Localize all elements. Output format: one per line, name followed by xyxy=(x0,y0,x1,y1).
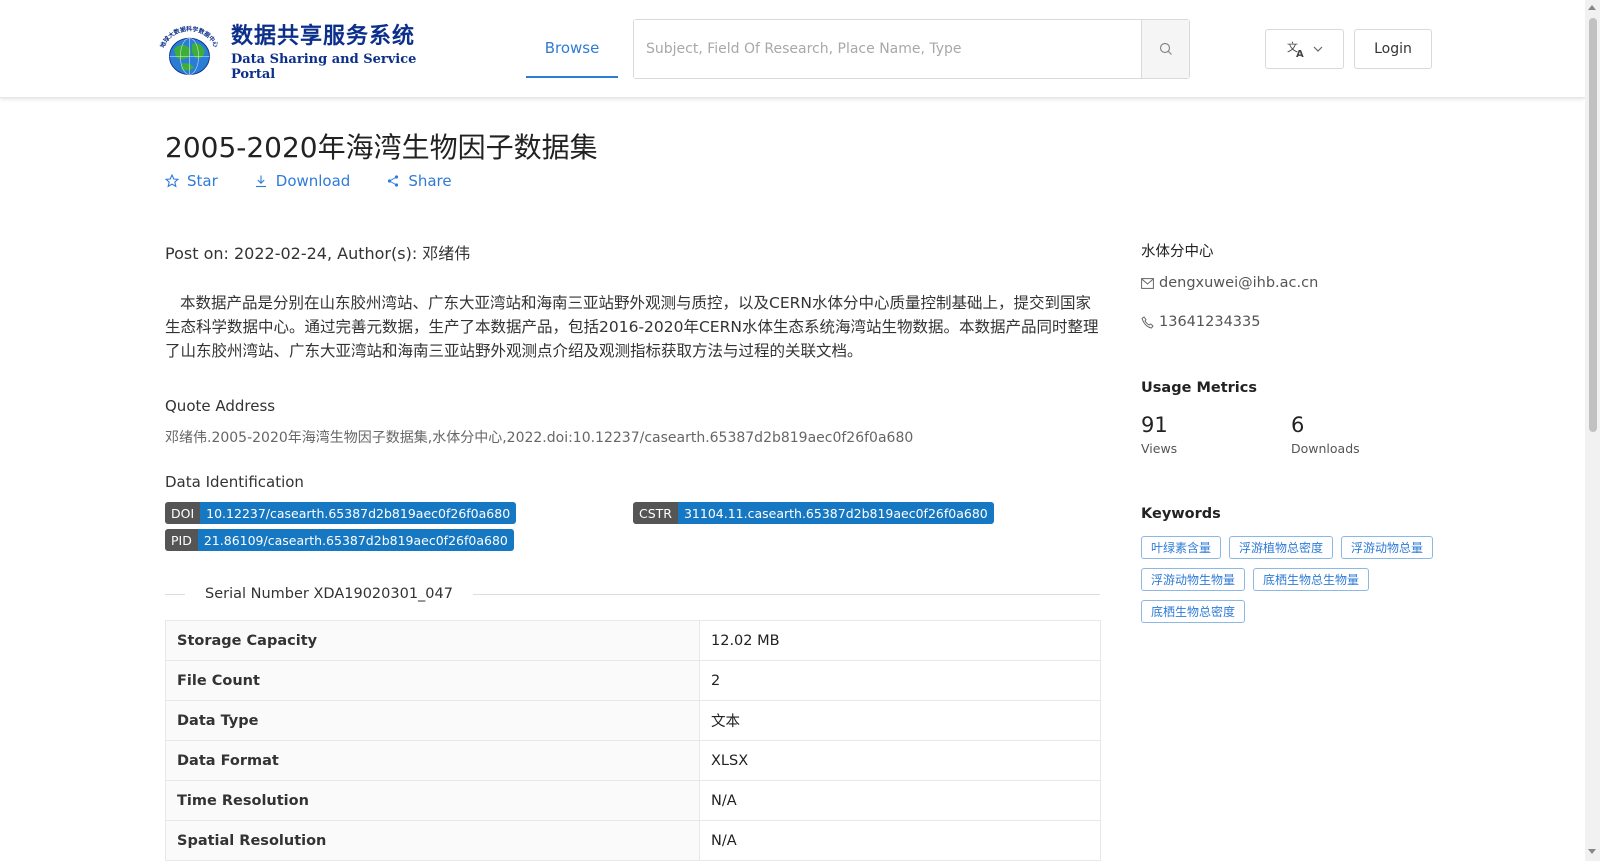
table-row: Time Resolution N/A xyxy=(165,780,1101,821)
table-value: 2 xyxy=(699,660,1101,701)
share-label: Share xyxy=(408,172,452,190)
contact-phone[interactable]: 13641234335 xyxy=(1141,314,1260,330)
table-row: Data Type 文本 xyxy=(165,700,1101,741)
search-button[interactable] xyxy=(1141,20,1189,78)
phone-icon xyxy=(1141,315,1154,329)
keyword-tag[interactable]: 叶绿素含量 xyxy=(1141,536,1222,559)
pid-badge-value: 21.86109/casearth.65387d2b819aec0f26f0a6… xyxy=(197,529,514,551)
svg-text:A: A xyxy=(1296,49,1304,58)
search-bar xyxy=(633,19,1190,79)
organization-name: 水体分中心 xyxy=(1141,244,1214,260)
table-key: File Count xyxy=(165,660,700,701)
table-key: Storage Capacity xyxy=(165,620,700,661)
nav-browse-tab[interactable]: Browse xyxy=(526,20,618,78)
views-label: Views xyxy=(1141,441,1178,456)
search-input[interactable] xyxy=(634,20,1141,78)
table-key: Data Type xyxy=(165,700,700,741)
pid-badge-key: PID xyxy=(165,529,198,551)
page-scrollbar[interactable] xyxy=(1585,0,1600,861)
post-meta: Post on: 2022-02-24, Author(s): 邓绪伟 xyxy=(165,244,471,263)
top-header: 地球大数据科学数据中心 数据共享服务系统 Data Sharing and Se… xyxy=(0,0,1585,98)
chevron-down-icon xyxy=(1313,46,1322,52)
scroll-up-arrow-icon[interactable] xyxy=(1588,5,1596,10)
keywords-heading: Keywords xyxy=(1141,506,1221,522)
site-logo[interactable]: 地球大数据科学数据中心 数据共享服务系统 Data Sharing and Se… xyxy=(154,20,444,82)
quote-address-label: Quote Address xyxy=(165,397,276,415)
table-value: XLSX xyxy=(699,740,1101,781)
scroll-down-arrow-icon[interactable] xyxy=(1588,849,1596,854)
table-key: Data Format xyxy=(165,740,700,781)
serial-number: Serial Number XDA19020301_047 xyxy=(205,586,453,602)
table-value: N/A xyxy=(699,820,1101,861)
language-switch-button[interactable]: 文 A xyxy=(1265,29,1344,69)
translate-icon: 文 A xyxy=(1287,40,1304,58)
doi-badge-key: DOI xyxy=(165,502,201,524)
star-label: Star xyxy=(187,172,218,190)
cstr-badge[interactable]: CSTR 31104.11.casearth.65387d2b819aec0f2… xyxy=(633,502,994,524)
search-icon xyxy=(1159,42,1172,55)
quote-address-text: 邓绪伟.2005-2020年海湾生物因子数据集,水体分中心,2022.doi:1… xyxy=(165,430,914,446)
table-row: Storage Capacity 12.02 MB xyxy=(165,620,1101,661)
dataset-actions: Star Download Share xyxy=(165,172,452,190)
table-key: Time Resolution xyxy=(165,780,700,821)
table-key: Spatial Resolution xyxy=(165,820,700,861)
doi-badge[interactable]: DOI 10.12237/casearth.65387d2b819aec0f26… xyxy=(165,502,517,524)
cstr-badge-value: 31104.11.casearth.65387d2b819aec0f26f0a6… xyxy=(677,502,994,524)
share-icon xyxy=(388,175,399,187)
views-count: 91 xyxy=(1141,413,1168,437)
table-row: File Count 2 xyxy=(165,660,1101,701)
share-button[interactable]: Share xyxy=(386,172,452,190)
keyword-tag[interactable]: 浮游植物总密度 xyxy=(1229,536,1334,559)
dataset-description: 本数据产品是分别在山东胶州湾站、广东大亚湾站和海南三亚站野外观测与质控，以及CE… xyxy=(165,294,1099,360)
download-icon xyxy=(255,175,266,188)
scroll-thumb[interactable] xyxy=(1589,18,1597,432)
keyword-tag[interactable]: 底栖生物总生物量 xyxy=(1253,568,1370,591)
pid-badge[interactable]: PID 21.86109/casearth.65387d2b819aec0f26… xyxy=(165,529,514,551)
table-value: N/A xyxy=(699,780,1101,821)
keyword-tag[interactable]: 浮游动物生物量 xyxy=(1141,568,1246,591)
phone-text: 13641234335 xyxy=(1159,314,1261,330)
dataset-info-table: Storage Capacity 12.02 MB File Count 2 D… xyxy=(165,620,1101,861)
views-metric: 91 Views xyxy=(1141,413,1177,456)
star-icon xyxy=(165,174,179,188)
downloads-count: 6 xyxy=(1291,413,1305,437)
table-row: Spatial Resolution N/A xyxy=(165,820,1101,861)
table-row: Data Format XLSX xyxy=(165,740,1101,781)
cstr-badge-key: CSTR xyxy=(633,502,678,524)
star-button[interactable]: Star xyxy=(165,172,218,190)
login-button[interactable]: Login xyxy=(1354,29,1432,69)
serial-number-divider: Serial Number XDA19020301_047 xyxy=(165,584,1100,604)
contact-email[interactable]: dengxuwei@ihb.ac.cn xyxy=(1141,275,1318,291)
mail-icon xyxy=(1141,277,1154,289)
download-button[interactable]: Download xyxy=(254,172,351,190)
email-text: dengxuwei@ihb.ac.cn xyxy=(1159,275,1319,291)
table-value: 12.02 MB xyxy=(699,620,1101,661)
data-identification-label: Data Identification xyxy=(165,473,304,491)
usage-metrics-heading: Usage Metrics xyxy=(1141,380,1257,396)
downloads-metric: 6 Downloads xyxy=(1291,413,1360,456)
page-title: 2005-2020年海湾生物因子数据集 xyxy=(165,131,598,164)
doi-badge-value: 10.12237/casearth.65387d2b819aec0f26f0a6… xyxy=(200,502,517,524)
logo-title-en: Data Sharing and Service Portal xyxy=(230,52,417,82)
keyword-tag[interactable]: 浮游动物总量 xyxy=(1341,536,1434,559)
keyword-tag[interactable]: 底栖生物总密度 xyxy=(1141,600,1246,623)
logo-title-cn: 数据共享服务系统 xyxy=(230,23,415,49)
table-value: 文本 xyxy=(699,700,1101,741)
globe-logo-icon: 地球大数据科学数据中心 xyxy=(158,25,220,76)
downloads-label: Downloads xyxy=(1291,441,1360,456)
download-label: Download xyxy=(275,172,351,190)
